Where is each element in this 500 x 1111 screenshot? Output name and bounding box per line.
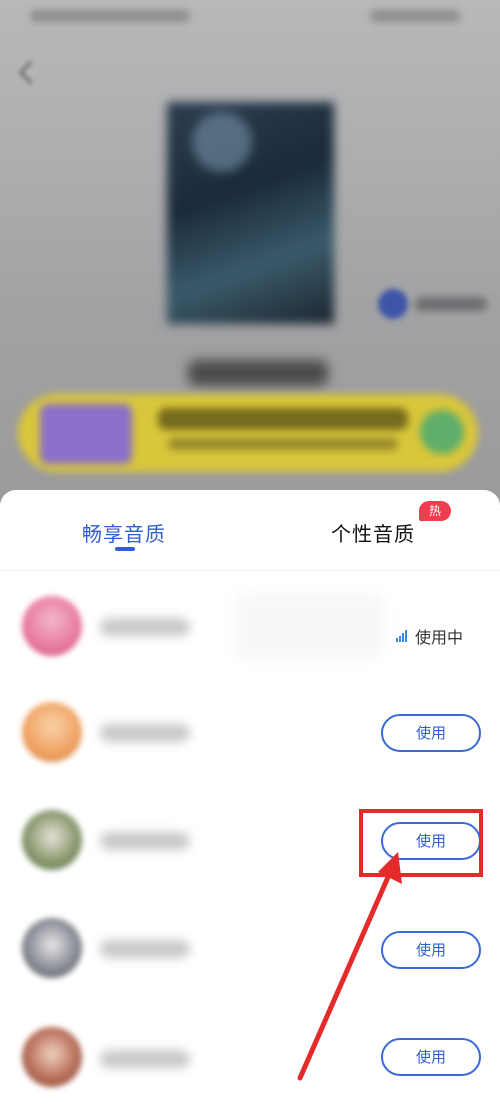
book-cover-image xyxy=(167,102,334,324)
use-button-4[interactable]: 使用 xyxy=(381,931,481,969)
voice-name-4 xyxy=(100,940,190,958)
radio-illustration-icon xyxy=(40,404,132,464)
voice-avatar-4 xyxy=(22,918,82,978)
disc-icon xyxy=(420,410,464,454)
voice-avatar-3 xyxy=(22,810,82,870)
quality-tabs: 畅享音质 个性音质 热 xyxy=(0,490,500,570)
banner-headline-blurred xyxy=(158,408,408,430)
signal-bars-icon xyxy=(396,630,407,642)
voice-name-1 xyxy=(100,618,190,636)
voice-name-2 xyxy=(100,724,190,742)
voice-name-3 xyxy=(100,832,190,850)
status-bar-right xyxy=(370,10,460,22)
voice-avatar-1 xyxy=(22,596,82,656)
side-text-blurred xyxy=(415,297,487,311)
use-button-2[interactable]: 使用 xyxy=(381,714,481,752)
tabs-divider xyxy=(0,570,500,571)
chapter-title-blurred xyxy=(188,360,328,386)
banner-subline-blurred xyxy=(168,438,398,450)
in-use-label: 使用中 xyxy=(415,628,464,647)
row-ghost-1 xyxy=(234,593,384,659)
back-arrow-icon xyxy=(18,60,43,85)
tab-personal-quality[interactable]: 个性音质 xyxy=(331,518,415,547)
voice-quality-sheet: 畅享音质 个性音质 热 xyxy=(0,490,500,1111)
status-bar-left xyxy=(30,10,190,22)
voice-avatar-2 xyxy=(22,702,82,762)
voice-name-5 xyxy=(100,1050,190,1068)
promo-banner xyxy=(18,394,478,472)
annotation-highlight-box xyxy=(359,809,483,877)
tab-enjoy-quality[interactable]: 畅享音质 xyxy=(82,518,166,547)
hot-badge: 热 xyxy=(419,501,451,521)
player-background xyxy=(0,0,500,520)
in-use-indicator: 使用中 xyxy=(396,624,463,648)
tab-active-indicator xyxy=(115,547,135,551)
use-button-5[interactable]: 使用 xyxy=(381,1038,481,1076)
voice-avatar-5 xyxy=(22,1027,82,1087)
side-avatar-icon xyxy=(378,289,408,319)
